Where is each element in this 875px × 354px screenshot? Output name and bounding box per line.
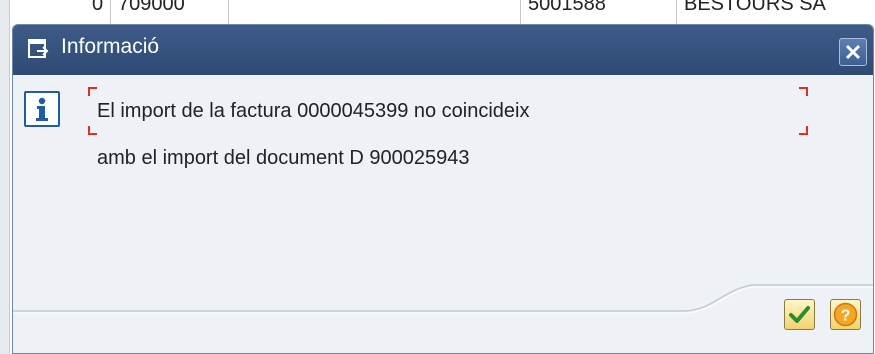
focus-marker-bottom-right bbox=[799, 126, 808, 135]
svg-text:?: ? bbox=[841, 308, 851, 325]
close-icon bbox=[845, 44, 861, 60]
background-table: 0 709000 5001588 BESTOURS SA bbox=[0, 0, 875, 24]
column-divider bbox=[520, 0, 521, 24]
focus-marker-top-left bbox=[88, 87, 97, 96]
close-button[interactable] bbox=[839, 38, 867, 66]
background-panel-edge bbox=[0, 0, 10, 354]
info-window-icon bbox=[27, 37, 51, 61]
column-divider bbox=[110, 0, 111, 24]
help-button[interactable]: ? bbox=[830, 299, 861, 330]
message-line-2: amb el import del document D 900025943 bbox=[97, 147, 470, 169]
info-icon bbox=[24, 91, 60, 127]
question-icon: ? bbox=[833, 302, 858, 327]
focus-marker-bottom-left bbox=[88, 126, 97, 135]
table-cell: BESTOURS SA bbox=[684, 0, 826, 15]
table-cell: 709000 bbox=[118, 0, 185, 15]
table-cell: 0 bbox=[92, 0, 104, 15]
footer-separator bbox=[13, 284, 873, 314]
column-divider bbox=[228, 0, 229, 24]
dialog-title: Informació bbox=[61, 35, 160, 58]
checkmark-icon bbox=[789, 306, 810, 323]
column-divider bbox=[676, 0, 677, 24]
table-cell: 5001588 bbox=[528, 0, 606, 15]
information-dialog: Informació El import de la factura 00000… bbox=[12, 24, 874, 354]
message-line-1: El import de la factura 0000045399 no co… bbox=[97, 100, 530, 122]
focus-marker-top-right bbox=[799, 87, 808, 96]
ok-button[interactable] bbox=[784, 299, 815, 330]
dialog-titlebar[interactable]: Informació bbox=[13, 25, 873, 75]
